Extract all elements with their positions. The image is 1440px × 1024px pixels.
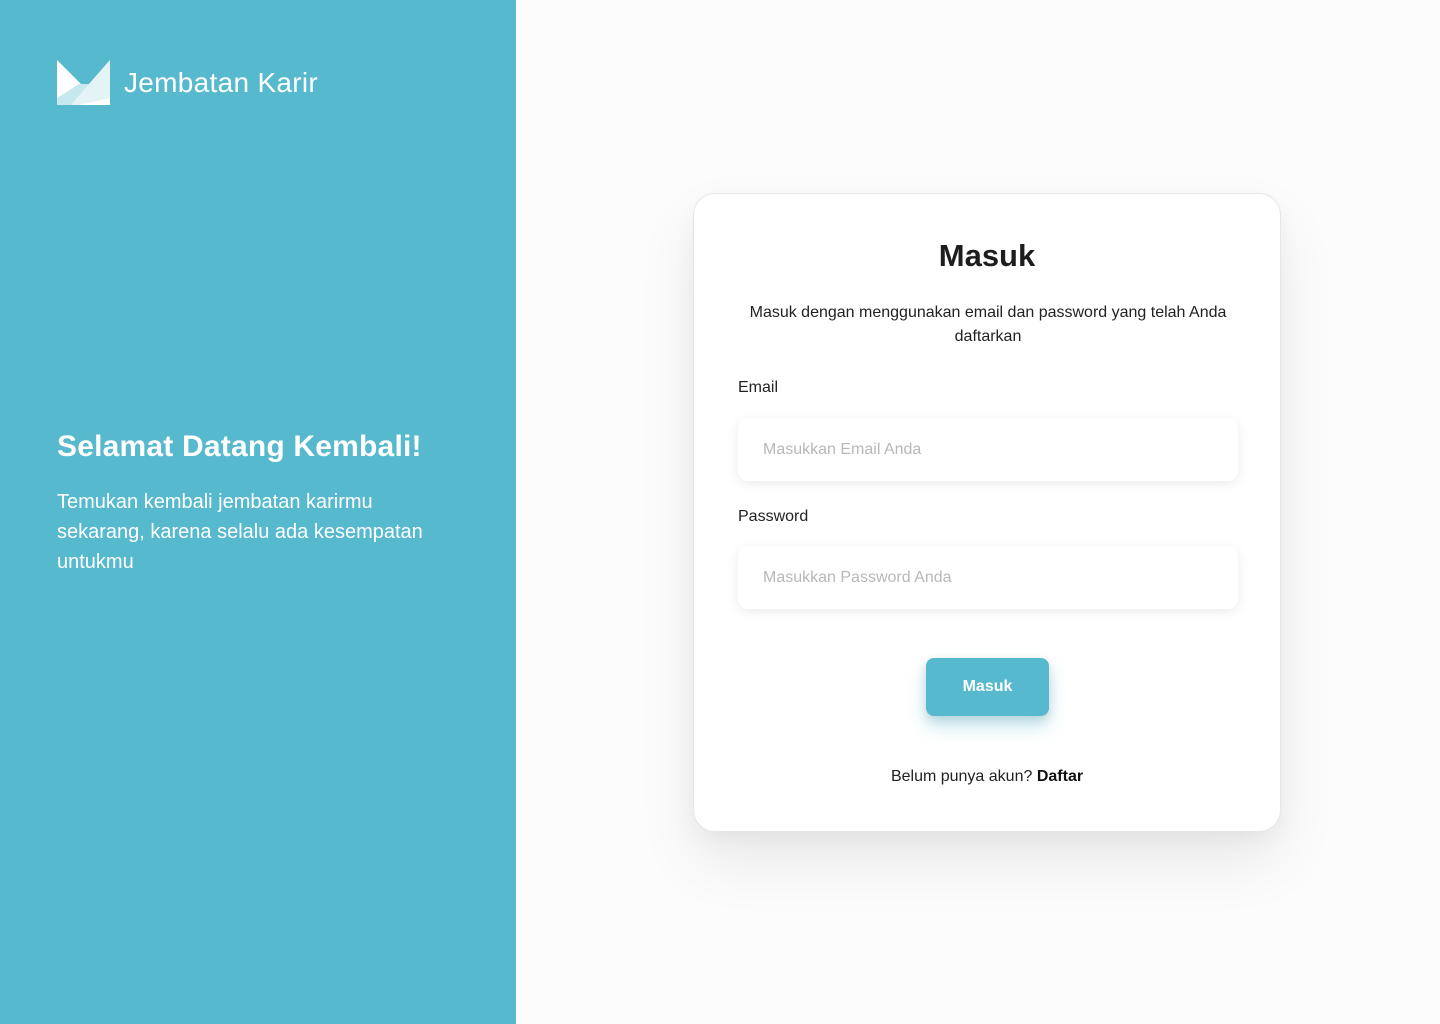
login-page: Jembatan Karir Selamat Datang Kembali! T… xyxy=(0,0,1440,1024)
register-prompt: Belum punya akun? Daftar xyxy=(694,768,1280,786)
login-description: Masuk dengan menggunakan email dan passw… xyxy=(749,304,1227,345)
register-link[interactable]: Daftar xyxy=(1037,768,1083,785)
login-card: Masuk Masuk dengan menggunakan email dan… xyxy=(693,193,1281,832)
brand[interactable]: Jembatan Karir xyxy=(57,60,318,105)
email-label: Email xyxy=(738,379,779,396)
jembatan-karir-logo-icon xyxy=(57,60,110,105)
login-button[interactable]: Masuk xyxy=(926,658,1049,716)
login-title: Masuk xyxy=(938,238,1036,273)
welcome-title: Selamat Datang Kembali! xyxy=(57,430,422,463)
password-label: Password xyxy=(738,508,809,525)
password-input[interactable] xyxy=(738,546,1238,609)
welcome-text: Temukan kembali jembatan karirmu sekaran… xyxy=(57,491,423,573)
welcome-panel: Jembatan Karir Selamat Datang Kembali! T… xyxy=(0,0,516,1024)
email-input[interactable] xyxy=(738,418,1238,481)
register-prompt-text: Belum punya akun? xyxy=(890,768,1033,785)
brand-name: Jembatan Karir xyxy=(124,66,319,98)
